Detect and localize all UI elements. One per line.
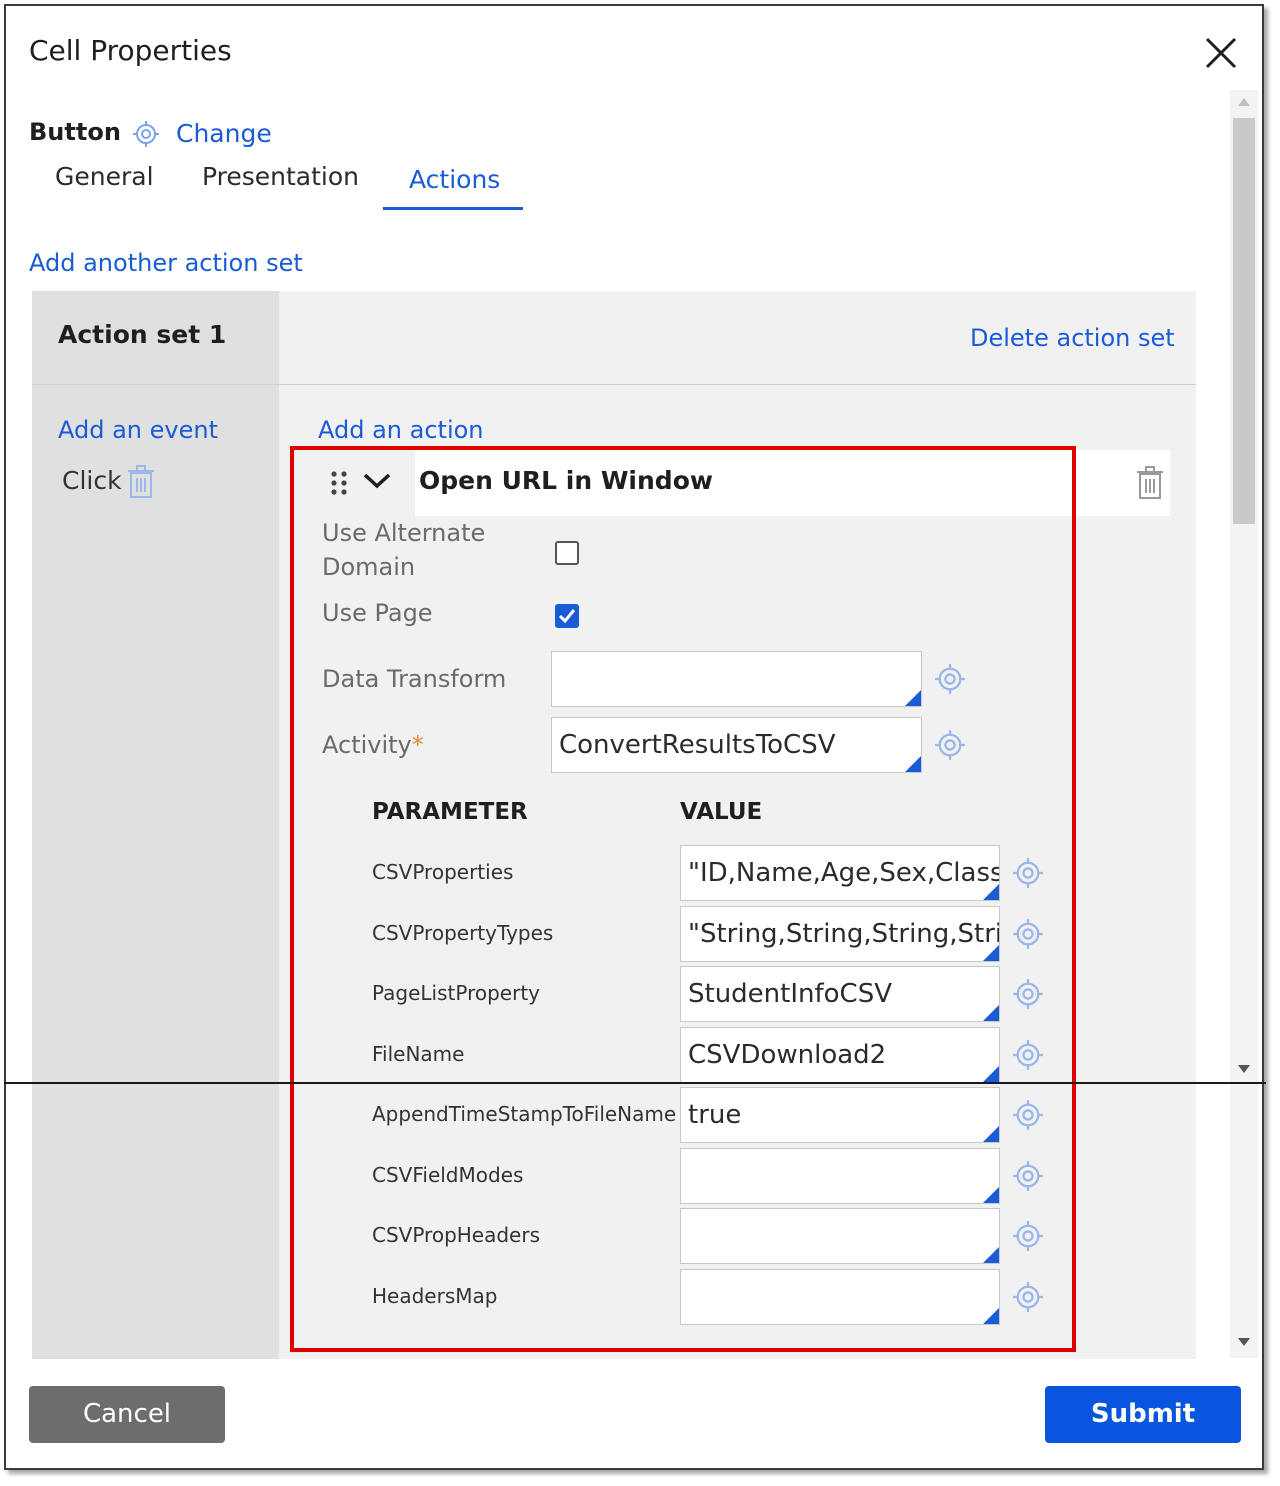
dialog-title: Cell Properties (29, 34, 232, 67)
control-type-label: Button (29, 118, 121, 146)
scroll-down-icon[interactable] (1237, 1337, 1251, 1347)
screenshot-splice-line (4, 1082, 1266, 1084)
events-column (32, 291, 279, 1359)
trash-icon[interactable] (1136, 466, 1164, 500)
trash-icon[interactable] (127, 465, 155, 499)
tab-general[interactable]: General (55, 162, 154, 191)
divider (32, 384, 1196, 385)
scroll-down-icon[interactable] (1237, 1064, 1251, 1074)
target-icon[interactable] (132, 120, 160, 148)
add-action-link[interactable]: Add an action (318, 416, 484, 444)
delete-action-set-link[interactable]: Delete action set (970, 324, 1175, 352)
change-link[interactable]: Change (176, 119, 272, 148)
event-click-label[interactable]: Click (62, 466, 122, 495)
scroll-up-icon[interactable] (1237, 97, 1251, 107)
close-icon[interactable] (1204, 36, 1238, 70)
highlight-box (290, 446, 1076, 1352)
add-action-set-link[interactable]: Add another action set (29, 249, 303, 277)
active-tab-indicator (383, 207, 523, 210)
action-set-title: Action set 1 (58, 320, 227, 349)
submit-button[interactable]: Submit (1045, 1386, 1241, 1443)
add-event-link[interactable]: Add an event (58, 416, 218, 444)
cancel-button[interactable]: Cancel (29, 1386, 225, 1443)
tab-presentation[interactable]: Presentation (202, 162, 359, 191)
tab-actions[interactable]: Actions (409, 165, 500, 194)
scrollbar-thumb[interactable] (1233, 118, 1255, 524)
